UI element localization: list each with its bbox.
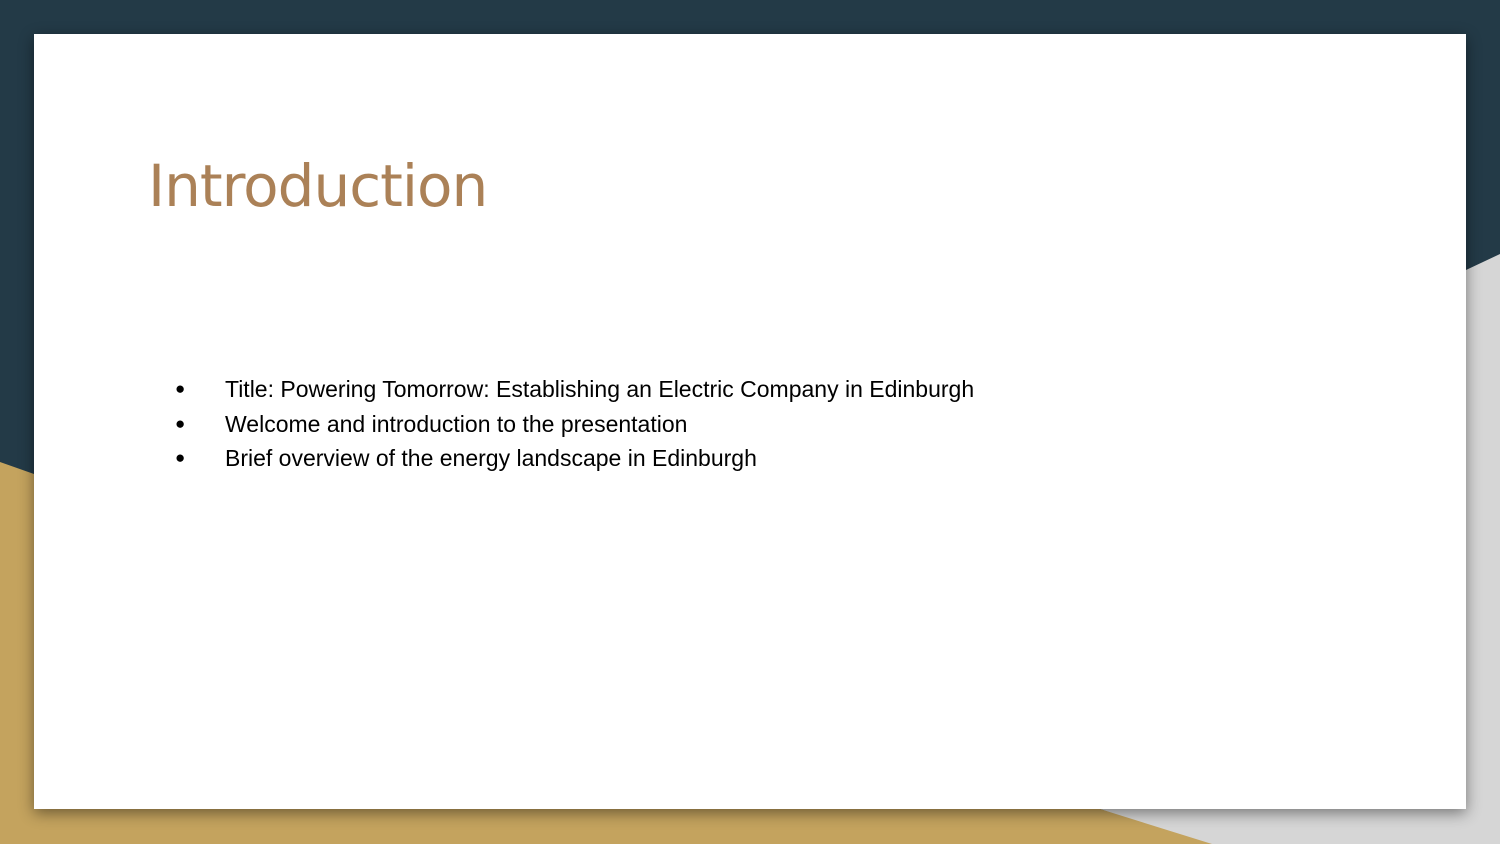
slide: Introduction ● Title: Powering Tomorrow:… bbox=[34, 34, 1466, 809]
bullet-text: Brief overview of the energy landscape i… bbox=[225, 445, 757, 471]
bullet-text: Welcome and introduction to the presenta… bbox=[225, 410, 688, 437]
slide-title: Introduction bbox=[148, 152, 488, 220]
bullet-item: ● Brief overview of the energy landscape… bbox=[170, 441, 974, 476]
bullet-text: Title: Powering Tomorrow: Establishing a… bbox=[225, 376, 975, 402]
bullet-list: ● Title: Powering Tomorrow: Establishing… bbox=[170, 372, 974, 476]
bullet-dot-icon: ● bbox=[175, 413, 186, 433]
bullet-dot-icon: ● bbox=[175, 448, 186, 467]
bullet-item: ● Welcome and introduction to the presen… bbox=[170, 407, 974, 442]
bullet-item: ● Title: Powering Tomorrow: Establishing… bbox=[170, 372, 974, 407]
bullet-dot-icon: ● bbox=[175, 379, 186, 398]
